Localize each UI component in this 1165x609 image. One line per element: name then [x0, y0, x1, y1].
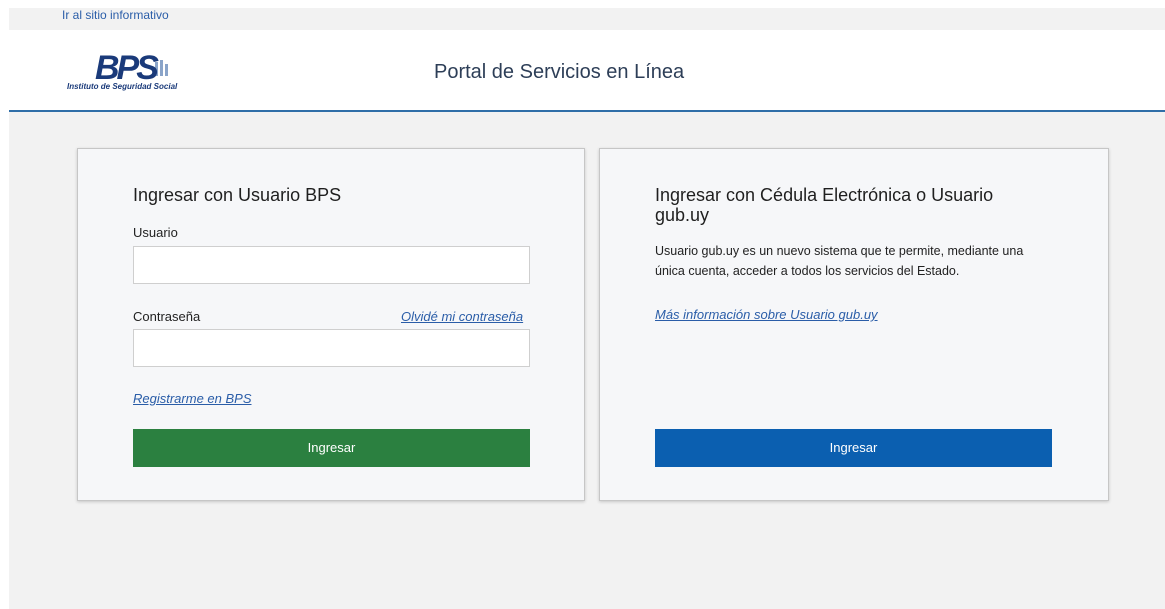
gubuy-login-button[interactable]: Ingresar [655, 429, 1052, 467]
password-label: Contraseña [133, 309, 201, 324]
gubuy-description: Usuario gub.uy es un nuevo sistema que t… [655, 244, 1024, 278]
gubuy-info-link[interactable]: Más información sobre Usuario gub.uy [655, 307, 878, 322]
forgot-password-link[interactable]: Olvidé mi contraseña [401, 309, 523, 324]
bps-login-card: Ingresar con Usuario BPS Usuario Contras… [77, 148, 585, 501]
username-input[interactable] [133, 246, 530, 284]
logo-wordmark: BPS [95, 49, 159, 87]
main-content: Ingresar con Usuario BPS Usuario Contras… [9, 112, 1165, 609]
bps-login-button[interactable]: Ingresar [133, 429, 530, 467]
username-label: Usuario [133, 225, 178, 240]
page-title: Portal de Servicios en Línea [434, 61, 685, 83]
gubuy-login-title: Ingresar con Cédula Electrónica o Usuari… [655, 185, 994, 225]
informative-site-link[interactable]: Ir al sitio informativo [62, 8, 169, 22]
gubuy-login-card: Ingresar con Cédula Electrónica o Usuari… [599, 148, 1109, 501]
header: BPS Instituto de Seguridad Social Portal… [9, 30, 1165, 111]
top-bar: Ir al sitio informativo [9, 8, 1165, 30]
register-link[interactable]: Registrarme en BPS [133, 391, 252, 406]
logo-subtitle: Instituto de Seguridad Social [67, 82, 178, 91]
password-input[interactable] [133, 329, 530, 367]
page: Ir al sitio informativo BPS Instituto de… [9, 0, 1165, 609]
bps-login-title: Ingresar con Usuario BPS [133, 185, 342, 205]
bps-logo[interactable]: BPS Instituto de Seguridad Social [67, 48, 192, 94]
